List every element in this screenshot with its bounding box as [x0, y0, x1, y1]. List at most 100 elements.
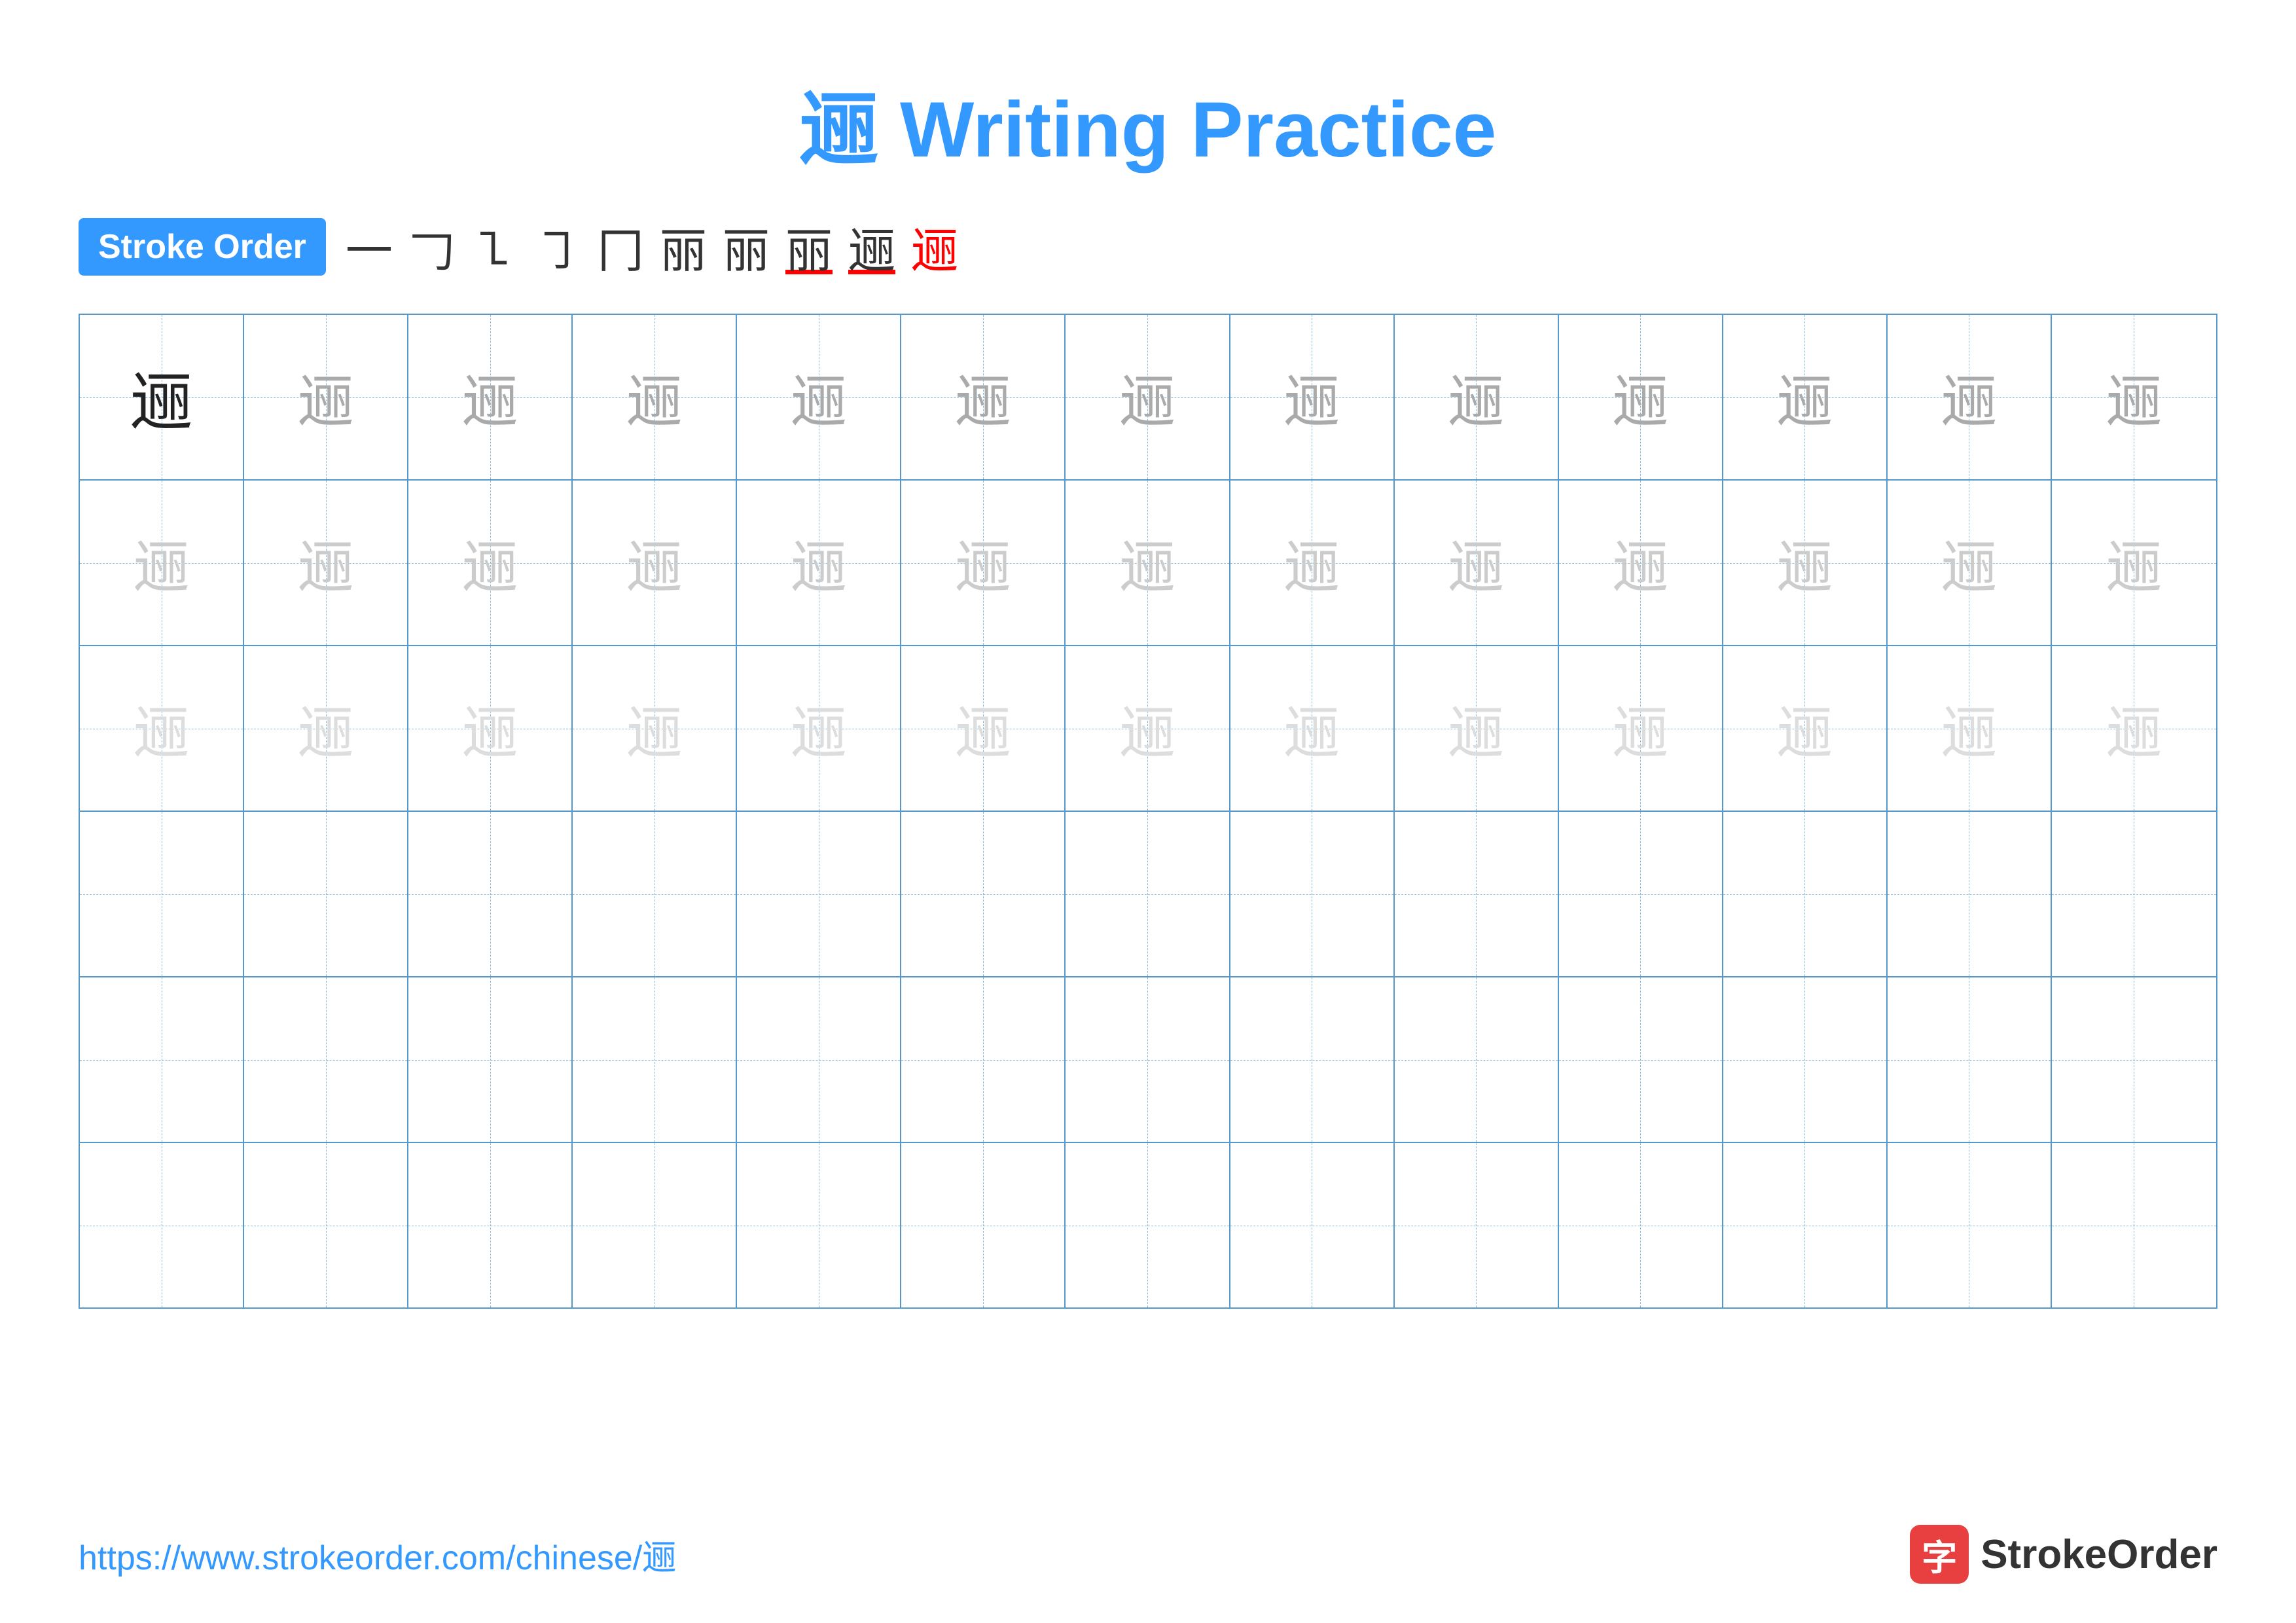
grid-cell-r3-c9[interactable]: 逦: [1395, 646, 1559, 811]
grid-cell-r5-c9[interactable]: [1395, 977, 1559, 1142]
grid-cell-r4-c2[interactable]: [244, 812, 408, 976]
char-display: 逦: [2106, 357, 2162, 437]
grid-cell-r2-c5[interactable]: 逦: [737, 481, 901, 645]
stroke-step-7: 丽: [723, 212, 770, 281]
grid-cell-r3-c11[interactable]: 逦: [1723, 646, 1888, 811]
grid-cell-r3-c13[interactable]: 逦: [2052, 646, 2216, 811]
grid-cell-r5-c6[interactable]: [901, 977, 1066, 1142]
grid-cell-r6-c13[interactable]: [2052, 1143, 2216, 1307]
grid-cell-r3-c8[interactable]: 逦: [1230, 646, 1395, 811]
grid-cell-r1-c11[interactable]: 逦: [1723, 315, 1888, 479]
grid-cell-r6-c12[interactable]: [1888, 1143, 2052, 1307]
char-display: 逦: [626, 522, 682, 603]
grid-cell-r1-c12[interactable]: 逦: [1888, 315, 2052, 479]
grid-cell-r2-c2[interactable]: 逦: [244, 481, 408, 645]
grid-cell-r4-c4[interactable]: [573, 812, 737, 976]
grid-cell-r1-c3[interactable]: 逦: [408, 315, 573, 479]
grid-cell-r2-c4[interactable]: 逦: [573, 481, 737, 645]
grid-cell-r5-c13[interactable]: [2052, 977, 2216, 1142]
grid-cell-r5-c11[interactable]: [1723, 977, 1888, 1142]
grid-cell-r2-c7[interactable]: 逦: [1066, 481, 1230, 645]
grid-cell-r2-c13[interactable]: 逦: [2052, 481, 2216, 645]
grid-cell-r4-c6[interactable]: [901, 812, 1066, 976]
char-display: 逦: [1941, 688, 1997, 769]
grid-cell-r6-c9[interactable]: [1395, 1143, 1559, 1307]
grid-cell-r5-c5[interactable]: [737, 977, 901, 1142]
grid-cell-r1-c10[interactable]: 逦: [1559, 315, 1723, 479]
grid-cell-r6-c6[interactable]: [901, 1143, 1066, 1307]
grid-cell-r5-c4[interactable]: [573, 977, 737, 1142]
grid-cell-r1-c13[interactable]: 逦: [2052, 315, 2216, 479]
grid-cell-r4-c5[interactable]: [737, 812, 901, 976]
grid-cell-r6-c2[interactable]: [244, 1143, 408, 1307]
grid-cell-r1-c8[interactable]: 逦: [1230, 315, 1395, 479]
char-display: 逦: [1777, 688, 1833, 769]
char-display: 逦: [462, 522, 518, 603]
grid-cell-r2-c10[interactable]: 逦: [1559, 481, 1723, 645]
grid-cell-r4-c3[interactable]: [408, 812, 573, 976]
footer-brand: 字 StrokeOrder: [1910, 1525, 2217, 1584]
stroke-step-4: ㇆: [534, 212, 581, 281]
grid-cell-r3-c4[interactable]: 逦: [573, 646, 737, 811]
grid-cell-r3-c7[interactable]: 逦: [1066, 646, 1230, 811]
grid-cell-r2-c9[interactable]: 逦: [1395, 481, 1559, 645]
grid-cell-r4-c9[interactable]: [1395, 812, 1559, 976]
grid-cell-r4-c10[interactable]: [1559, 812, 1723, 976]
grid-cell-r4-c12[interactable]: [1888, 812, 2052, 976]
grid-cell-r2-c1[interactable]: 逦: [80, 481, 244, 645]
stroke-step-10: 逦: [911, 212, 958, 281]
grid-row-5: [80, 977, 2216, 1143]
grid-cell-r1-c2[interactable]: 逦: [244, 315, 408, 479]
grid-cell-r2-c11[interactable]: 逦: [1723, 481, 1888, 645]
grid-cell-r1-c6[interactable]: 逦: [901, 315, 1066, 479]
grid-cell-r5-c2[interactable]: [244, 977, 408, 1142]
grid-cell-r5-c8[interactable]: [1230, 977, 1395, 1142]
footer-url[interactable]: https://www.strokeorder.com/chinese/逦: [79, 1530, 676, 1579]
grid-cell-r1-c9[interactable]: 逦: [1395, 315, 1559, 479]
grid-cell-r4-c13[interactable]: [2052, 812, 2216, 976]
grid-cell-r3-c12[interactable]: 逦: [1888, 646, 2052, 811]
grid-cell-r6-c3[interactable]: [408, 1143, 573, 1307]
char-display: 逦: [626, 357, 682, 437]
char-display: 逦: [1448, 688, 1504, 769]
grid-cell-r5-c12[interactable]: [1888, 977, 2052, 1142]
grid-cell-r4-c7[interactable]: [1066, 812, 1230, 976]
grid-cell-r6-c1[interactable]: [80, 1143, 244, 1307]
grid-cell-r1-c4[interactable]: 逦: [573, 315, 737, 479]
grid-cell-r6-c8[interactable]: [1230, 1143, 1395, 1307]
grid-cell-r4-c1[interactable]: [80, 812, 244, 976]
grid-cell-r3-c1[interactable]: 逦: [80, 646, 244, 811]
grid-cell-r5-c1[interactable]: [80, 977, 244, 1142]
grid-cell-r3-c5[interactable]: 逦: [737, 646, 901, 811]
grid-row-4: [80, 812, 2216, 977]
grid-cell-r6-c7[interactable]: [1066, 1143, 1230, 1307]
char-display: 逦: [130, 352, 192, 442]
char-display: 逦: [298, 688, 353, 769]
grid-cell-r4-c8[interactable]: [1230, 812, 1395, 976]
grid-cell-r3-c2[interactable]: 逦: [244, 646, 408, 811]
char-display: 逦: [626, 688, 682, 769]
grid-cell-r5-c3[interactable]: [408, 977, 573, 1142]
grid-cell-r1-c7[interactable]: 逦: [1066, 315, 1230, 479]
grid-cell-r2-c6[interactable]: 逦: [901, 481, 1066, 645]
stroke-step-6: 丽: [660, 212, 707, 281]
page: 逦 Writing Practice Stroke Order 一 𠃌 ㇅ ㇆ …: [0, 0, 2296, 1623]
grid-cell-r1-c1[interactable]: 逦: [80, 315, 244, 479]
grid-cell-r6-c5[interactable]: [737, 1143, 901, 1307]
grid-cell-r2-c3[interactable]: 逦: [408, 481, 573, 645]
grid-cell-r5-c10[interactable]: [1559, 977, 1723, 1142]
grid-cell-r2-c8[interactable]: 逦: [1230, 481, 1395, 645]
stroke-step-5: 冂: [597, 212, 644, 281]
grid-cell-r4-c11[interactable]: [1723, 812, 1888, 976]
grid-cell-r6-c10[interactable]: [1559, 1143, 1723, 1307]
stroke-step-1: 一: [346, 212, 393, 281]
grid-cell-r1-c5[interactable]: 逦: [737, 315, 901, 479]
grid-cell-r3-c3[interactable]: 逦: [408, 646, 573, 811]
grid-cell-r5-c7[interactable]: [1066, 977, 1230, 1142]
grid-cell-r3-c10[interactable]: 逦: [1559, 646, 1723, 811]
grid-cell-r3-c6[interactable]: 逦: [901, 646, 1066, 811]
grid-cell-r6-c4[interactable]: [573, 1143, 737, 1307]
grid-cell-r6-c11[interactable]: [1723, 1143, 1888, 1307]
stroke-step-3: ㇅: [471, 212, 518, 281]
grid-cell-r2-c12[interactable]: 逦: [1888, 481, 2052, 645]
